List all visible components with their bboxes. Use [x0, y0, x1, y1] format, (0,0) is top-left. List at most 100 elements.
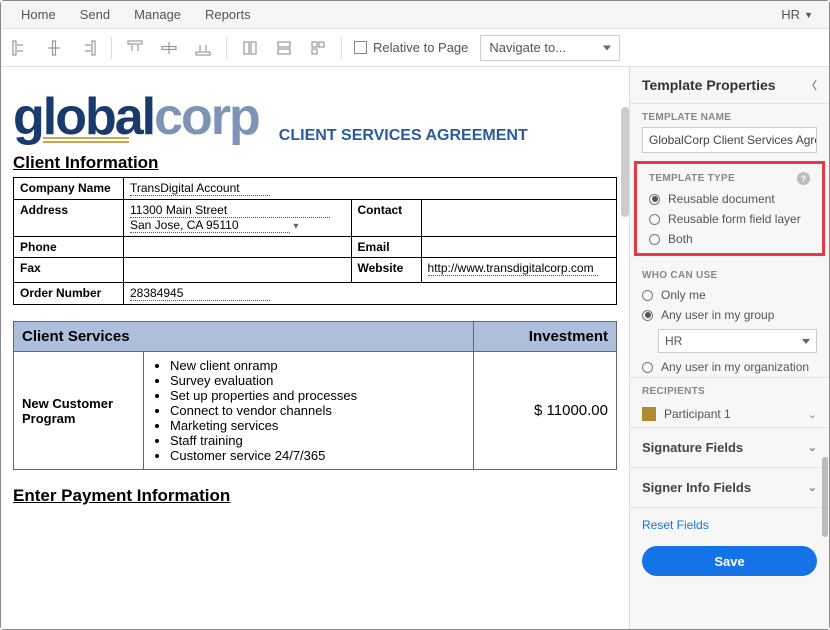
program-name: New Customer Program — [14, 352, 144, 470]
caret-down-icon — [802, 339, 810, 344]
menu-manage[interactable]: Manage — [122, 3, 193, 26]
navigate-dropdown[interactable]: Navigate to... — [480, 35, 620, 61]
investment-header: Investment — [474, 322, 617, 352]
list-item: New client onramp — [170, 358, 465, 373]
panel-scrollbar[interactable] — [822, 457, 828, 537]
value-website: http://www.transdigitalcorp.com — [428, 261, 598, 276]
label-contact: Contact — [351, 200, 421, 237]
align-middle-icon[interactable] — [158, 37, 180, 59]
who-only-me[interactable]: Only me — [630, 285, 829, 305]
properties-panel: Template Properties 〈 TEMPLATE NAME Glob… — [629, 67, 829, 629]
list-item: Connect to vendor channels — [170, 403, 465, 418]
accordion-label: Signature Fields — [642, 440, 743, 455]
align-bottom-icon[interactable] — [192, 37, 214, 59]
chevron-down-icon: ⌄ — [808, 481, 817, 494]
ttype-option-label: Reusable document — [668, 192, 775, 206]
list-item: Survey evaluation — [170, 373, 465, 388]
relative-to-page-checkbox[interactable]: Relative to Page — [354, 40, 468, 55]
recipients-label: RECIPIENTS — [630, 378, 829, 401]
signature-fields-accordion[interactable]: Signature Fields ⌄ — [630, 428, 829, 468]
radio-icon — [642, 310, 653, 321]
label-fax: Fax — [14, 258, 124, 283]
investment-amount: $ 11000.00 — [474, 352, 617, 470]
recipient-name: Participant 1 — [664, 407, 731, 421]
reset-fields-link[interactable]: Reset Fields — [630, 508, 829, 542]
align-left-icon[interactable] — [9, 37, 31, 59]
template-name-label: TEMPLATE NAME — [630, 104, 829, 127]
document-scrollbar[interactable] — [621, 67, 629, 629]
align-center-h-icon[interactable] — [43, 37, 65, 59]
label-company: Company Name — [14, 178, 124, 200]
list-item: Set up properties and processes — [170, 388, 465, 403]
services-table: Client Services Investment New Customer … — [13, 321, 617, 470]
ttype-option-label: Both — [668, 232, 693, 246]
menu-bar: Home Send Manage Reports HR ▼ — [1, 1, 829, 29]
navigate-label: Navigate to... — [489, 40, 566, 55]
list-item: Marketing services — [170, 418, 465, 433]
document-canvas[interactable]: globalcorp CLIENT SERVICES AGREEMENT Cli… — [1, 67, 629, 629]
user-label: HR — [781, 7, 800, 22]
who-my-group[interactable]: Any user in my group — [630, 305, 829, 325]
group-dropdown[interactable]: HR — [658, 329, 817, 353]
collapse-panel-icon[interactable]: 〈 — [806, 77, 817, 93]
relative-label: Relative to Page — [373, 40, 468, 55]
list-item: Customer service 24/7/365 — [170, 448, 465, 463]
label-order: Order Number — [14, 283, 124, 305]
document-title: CLIENT SERVICES AGREEMENT — [279, 127, 528, 145]
value-company: TransDigital Account — [130, 181, 270, 196]
logo: globalcorp CLIENT SERVICES AGREEMENT — [13, 87, 617, 147]
label-phone: Phone — [14, 237, 124, 258]
services-list: New client onramp Survey evaluation Set … — [152, 358, 465, 463]
recipient-row[interactable]: Participant 1 ⌄ — [630, 401, 829, 428]
services-header: Client Services — [14, 322, 474, 352]
label-address: Address — [14, 200, 124, 237]
align-right-icon[interactable] — [77, 37, 99, 59]
template-type-label: TEMPLATE TYPE — [649, 173, 735, 184]
radio-icon — [649, 234, 660, 245]
save-button[interactable]: Save — [642, 546, 817, 576]
menu-home[interactable]: Home — [9, 3, 68, 26]
panel-title: Template Properties — [642, 77, 776, 93]
who-my-org[interactable]: Any user in my organization — [630, 357, 829, 377]
logo-text-b: corp — [154, 88, 259, 146]
chevron-down-icon: ⌄ — [808, 441, 817, 454]
caret-down-icon: ▼ — [804, 10, 813, 20]
list-item: Staff training — [170, 433, 465, 448]
ttype-reusable-doc[interactable]: Reusable document — [637, 189, 822, 209]
section-client-info: Client Information — [13, 153, 617, 173]
accordion-label: Signer Info Fields — [642, 480, 751, 495]
section-payment: Enter Payment Information — [13, 486, 617, 506]
template-type-highlight: TEMPLATE TYPE ? Reusable document Reusab… — [634, 161, 825, 256]
match-width-icon[interactable] — [239, 37, 261, 59]
radio-icon — [642, 290, 653, 301]
help-icon[interactable]: ? — [797, 172, 810, 185]
template-name-input[interactable]: GlobalCorp Client Services Agreement — [642, 127, 817, 153]
radio-icon — [649, 214, 660, 225]
match-height-icon[interactable] — [273, 37, 295, 59]
label-website: Website — [351, 258, 421, 283]
align-top-icon[interactable] — [124, 37, 146, 59]
recipient-color-icon — [642, 407, 656, 421]
who-option-label: Any user in my organization — [661, 360, 809, 374]
value-address2: San Jose, CA 95110 — [130, 218, 290, 233]
client-info-table: Company Name TransDigital Account Addres… — [13, 177, 617, 305]
menu-send[interactable]: Send — [68, 3, 122, 26]
toolbar: Relative to Page Navigate to... — [1, 29, 829, 67]
match-both-icon[interactable] — [307, 37, 329, 59]
address-caret-icon: ▾ — [293, 221, 298, 232]
ttype-both[interactable]: Both — [637, 229, 822, 249]
ttype-option-label: Reusable form field layer — [668, 212, 801, 226]
who-option-label: Only me — [661, 288, 706, 302]
menu-reports[interactable]: Reports — [193, 3, 263, 26]
radio-icon — [642, 362, 653, 373]
value-order: 28384945 — [130, 286, 270, 301]
user-menu[interactable]: HR ▼ — [773, 3, 821, 26]
checkbox-icon — [354, 41, 367, 54]
group-value: HR — [665, 334, 682, 348]
radio-icon — [649, 194, 660, 205]
who-can-use-label: WHO CAN USE — [630, 262, 829, 285]
label-email: Email — [351, 237, 421, 258]
who-option-label: Any user in my group — [661, 308, 774, 322]
signer-info-fields-accordion[interactable]: Signer Info Fields ⌄ — [630, 468, 829, 508]
ttype-reusable-layer[interactable]: Reusable form field layer — [637, 209, 822, 229]
